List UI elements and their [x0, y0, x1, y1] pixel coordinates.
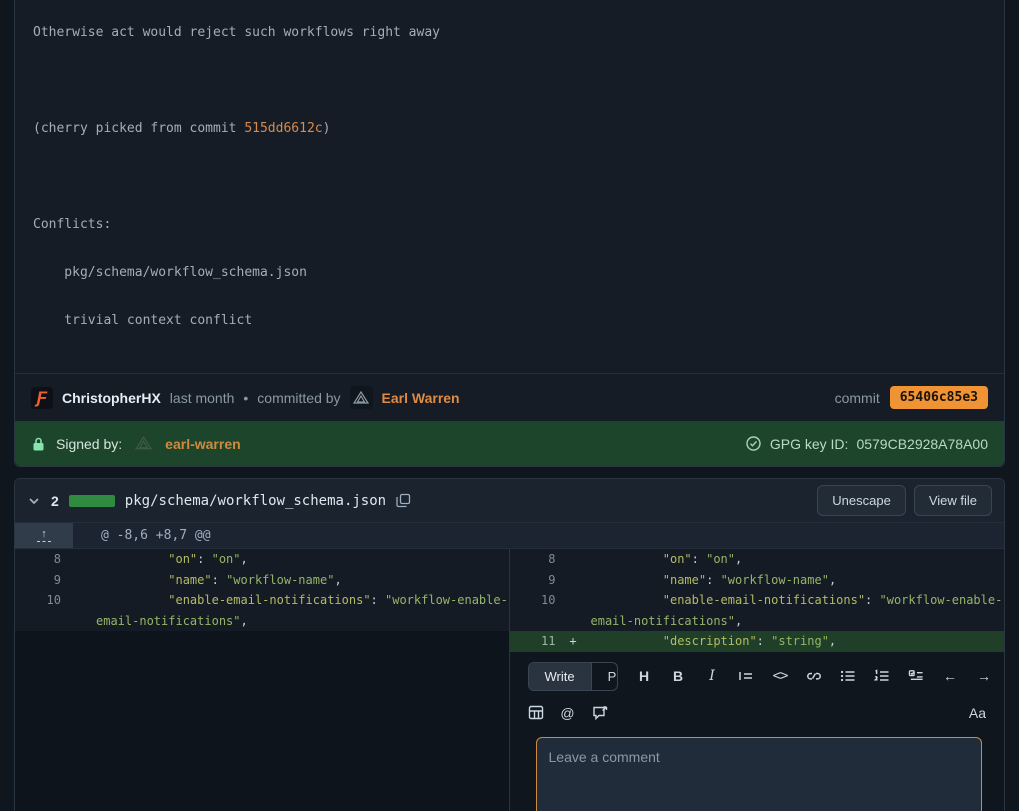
- diff-line: 10 "enable-email-notifications": "workfl…: [15, 590, 509, 631]
- diff-right-column: 8 "on": "on", 9 "name": "workflow-name",…: [510, 549, 1005, 811]
- unescape-button[interactable]: Unescape: [817, 485, 906, 516]
- ordered-list-icon[interactable]: [874, 669, 890, 683]
- editor-toolbar-row2: @ Aa: [528, 705, 993, 721]
- split-diff: 8 "on": "on", 9 "name": "workflow-name",…: [15, 549, 1004, 811]
- commit-author-row: Ƒ ChristopherHX last month • committed b…: [15, 374, 1004, 421]
- code-text: "on": "on",: [96, 549, 509, 570]
- reference-icon[interactable]: [592, 705, 609, 720]
- commit-panel: feat: allow workflow description (#5326)…: [14, 0, 1005, 467]
- author-name-link[interactable]: ChristopherHX: [62, 390, 161, 406]
- file-diff-box: 2 pkg/schema/workflow_schema.json Unesca…: [14, 478, 1005, 811]
- line-number[interactable]: 8: [510, 549, 556, 570]
- file-header: 2 pkg/schema/workflow_schema.json Unesca…: [15, 479, 1004, 523]
- committed-by-text: committed by: [257, 390, 340, 406]
- copy-path-icon[interactable]: [396, 493, 411, 508]
- mention-icon[interactable]: @: [560, 705, 576, 721]
- code-icon[interactable]: <>: [772, 668, 788, 684]
- task-list-icon[interactable]: [908, 669, 924, 683]
- link-icon[interactable]: [806, 669, 822, 683]
- line-number[interactable]: 9: [510, 570, 556, 591]
- conflicts-label: Conflicts:: [33, 217, 986, 233]
- triangle-avatar-icon: [134, 435, 153, 452]
- commit-date: last month: [170, 390, 235, 406]
- triangle-avatar-icon: [352, 390, 370, 406]
- unordered-list-icon[interactable]: [840, 669, 856, 683]
- hunk-header-text: @ -8,6 +8,7 @@: [73, 523, 211, 548]
- bold-icon[interactable]: B: [670, 668, 686, 684]
- gpg-key-group: GPG key ID: 0579CB2928A78A00: [745, 435, 988, 452]
- file-header-actions: Unescape View file: [817, 485, 992, 516]
- write-tab[interactable]: Write: [529, 663, 591, 690]
- commit-sha-badge[interactable]: 65406c85e3: [890, 386, 988, 409]
- line-number[interactable]: 10: [510, 590, 556, 631]
- diff-empty-placeholder: [15, 631, 509, 811]
- diff-line-added: 11+ "description": "string",: [510, 631, 1005, 652]
- code-text: "description": "string",: [591, 631, 1005, 652]
- added-sign: +: [556, 631, 591, 652]
- diff-line: 8 "on": "on",: [15, 549, 509, 570]
- commit-message-line: Otherwise act would reject such workflow…: [33, 25, 986, 41]
- signer-avatar[interactable]: [132, 432, 155, 455]
- pull-request-files-page: Conversation 23 Commits 12 ± Files chang…: [0, 0, 1019, 811]
- hunk-header-row: ↑ @ -8,6 +8,7 @@: [15, 523, 1004, 549]
- gpg-signed-row: Signed by: earl-warren GPG key ID: 0579C…: [15, 421, 1004, 466]
- lock-icon: [31, 436, 46, 452]
- code-text: "enable-email-notifications": "workflow-…: [96, 590, 509, 631]
- editor-mode-tabs: Write Preview: [528, 662, 619, 691]
- heading-icon[interactable]: H: [636, 668, 652, 684]
- code-text: "name": "workflow-name",: [591, 570, 1005, 591]
- expand-up-icon: ↑: [37, 529, 51, 542]
- verified-badge-icon: [745, 435, 762, 452]
- cherry-pick-sha-link[interactable]: 515dd6612c: [244, 121, 322, 136]
- editor-toolbar-row1: Write Preview H B I <>: [528, 662, 993, 691]
- inline-comment-editor: Write Preview H B I <>: [510, 652, 1005, 811]
- diff-line: 8 "on": "on",: [510, 549, 1005, 570]
- line-number[interactable]: 9: [15, 570, 61, 591]
- comment-input[interactable]: [536, 737, 983, 811]
- cherry-pick-line: (cherry picked from commit 515dd6612c): [33, 121, 986, 137]
- line-number[interactable]: 11: [510, 631, 556, 652]
- font-toggle[interactable]: Aa: [969, 705, 986, 721]
- committer-avatar[interactable]: [350, 386, 373, 409]
- diff-left-column: 8 "on": "on", 9 "name": "workflow-name",…: [15, 549, 510, 811]
- signer-name-link[interactable]: earl-warren: [165, 436, 240, 452]
- diff-line: 9 "name": "workflow-name",: [15, 570, 509, 591]
- signed-by-label: Signed by:: [56, 436, 122, 452]
- commit-message: Otherwise act would reject such workflow…: [15, 0, 1004, 374]
- expand-hunk-button[interactable]: ↑: [15, 523, 73, 548]
- chevron-down-icon[interactable]: [27, 494, 41, 508]
- conflict-file: pkg/schema/workflow_schema.json: [33, 265, 986, 281]
- dot-separator: •: [243, 390, 248, 406]
- code-text: "name": "workflow-name",: [96, 570, 509, 591]
- indent-arrow-icon[interactable]: →: [976, 668, 992, 684]
- file-path: pkg/schema/workflow_schema.json: [125, 493, 386, 509]
- file-diffstat-bar: [69, 495, 115, 507]
- italic-icon[interactable]: I: [704, 668, 720, 684]
- view-file-button[interactable]: View file: [914, 485, 992, 516]
- commit-word: commit: [835, 390, 880, 406]
- diff-line: 9 "name": "workflow-name",: [510, 570, 1005, 591]
- gpg-key-id: 0579CB2928A78A00: [856, 436, 988, 452]
- commit-sha-group: commit 65406c85e3: [835, 386, 988, 409]
- line-number[interactable]: 10: [15, 590, 61, 631]
- line-number[interactable]: 8: [15, 549, 61, 570]
- diff-line: 10 "enable-email-notifications": "workfl…: [510, 590, 1005, 631]
- quote-icon[interactable]: [738, 669, 754, 683]
- author-avatar[interactable]: Ƒ: [31, 387, 53, 409]
- code-text: "on": "on",: [591, 549, 1005, 570]
- code-text: "enable-email-notifications": "workflow-…: [591, 590, 1005, 631]
- file-changes-count: 2: [51, 493, 59, 509]
- conflict-note: trivial context conflict: [33, 313, 986, 329]
- gpg-key-label: GPG key ID:: [770, 436, 849, 452]
- committer-name-link[interactable]: Earl Warren: [382, 390, 460, 406]
- table-icon[interactable]: [528, 705, 544, 720]
- preview-tab[interactable]: Preview: [591, 663, 618, 690]
- outdent-arrow-icon[interactable]: ←: [942, 668, 958, 684]
